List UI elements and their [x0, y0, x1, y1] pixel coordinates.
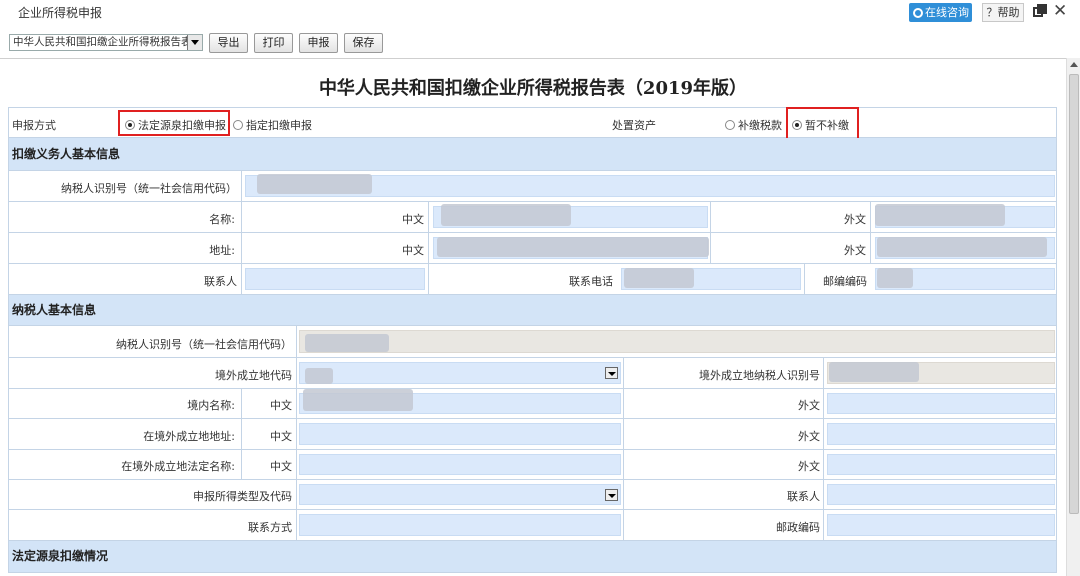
- close-icon[interactable]: ✕: [1053, 1, 1067, 21]
- taxpayer-foreign-legal-name-row: 在境外成立地法定名称: 中文 外文: [8, 450, 1057, 480]
- taxpayer-contact-label: 联系人: [787, 490, 820, 503]
- save-button[interactable]: 保存: [344, 33, 383, 53]
- redacted-value: [305, 368, 333, 384]
- export-button[interactable]: 导出: [209, 33, 248, 53]
- declare-mode-label: 申报方式: [12, 119, 56, 132]
- cn-label: 中文: [270, 460, 292, 473]
- declare-button[interactable]: 申报: [299, 33, 338, 53]
- taxpayer-id-label: 纳税人识别号（统一社会信用代码）: [116, 338, 292, 351]
- taxpayer-contact-method-input[interactable]: [299, 514, 621, 536]
- withholder-address-label: 地址:: [209, 244, 235, 257]
- withholder-phone-label: 联系电话: [569, 275, 613, 288]
- withholder-address-row: 地址: 中文 外文: [8, 233, 1057, 264]
- toolbar: 中华人民共和国扣缴企业所得税报告表 导出 打印 申报 保存: [0, 28, 1080, 58]
- form-select[interactable]: 中华人民共和国扣缴企业所得税报告表: [9, 34, 203, 51]
- taxpayer-foreign-legal-name-foreign-input[interactable]: [827, 454, 1055, 475]
- taxpayer-country-code-select[interactable]: [299, 362, 621, 384]
- highlight-box: [118, 110, 230, 136]
- radio-pay-back-tax[interactable]: 补缴税款: [725, 117, 782, 133]
- withholder-name-label: 名称:: [209, 213, 235, 226]
- title-bar: 企业所得税申报 在线咨询 ？帮助 ✕: [0, 0, 1080, 26]
- withholder-contact-row: 联系人 联系电话 邮编编码: [8, 264, 1057, 295]
- redacted-value: [877, 237, 1047, 257]
- withholder-name-row: 名称: 中文 外文: [8, 202, 1057, 233]
- taxpayer-id-input[interactable]: [299, 330, 1055, 353]
- taxpayer-foreign-legal-name-cn-input[interactable]: [299, 454, 621, 475]
- vertical-scrollbar[interactable]: [1066, 58, 1080, 576]
- radio-designated-withholding[interactable]: 指定扣缴申报: [233, 117, 312, 133]
- taxpayer-domestic-name-row: 境内名称: 中文 外文: [8, 389, 1057, 419]
- scroll-up-icon[interactable]: [1070, 62, 1078, 67]
- taxpayer-domestic-name-foreign-input[interactable]: [827, 393, 1055, 414]
- withholding-section-header: 法定源泉扣缴情况: [8, 541, 1057, 573]
- taxpayer-contact-method-label: 联系方式: [248, 521, 292, 534]
- foreign-label: 外文: [798, 430, 820, 443]
- taxpayer-foreign-legal-name-label: 在境外成立地法定名称:: [121, 460, 235, 473]
- withholder-section-header: 扣缴义务人基本信息: [8, 138, 1057, 171]
- taxpayer-foreign-tin-label: 境外成立地纳税人识别号: [699, 369, 820, 382]
- withholder-contact-label: 联系人: [204, 275, 237, 288]
- headset-icon: [913, 8, 923, 18]
- withholder-contact-input[interactable]: [245, 268, 425, 290]
- foreign-label: 外文: [844, 213, 866, 226]
- taxpayer-income-type-select[interactable]: [299, 484, 621, 505]
- taxpayer-id-row: 纳税人识别号（统一社会信用代码）: [8, 326, 1057, 358]
- cn-label: 中文: [270, 399, 292, 412]
- form-select-value: 中华人民共和国扣缴企业所得税报告表: [13, 36, 192, 48]
- taxpayer-contact-input[interactable]: [827, 484, 1055, 505]
- print-button[interactable]: 打印: [254, 33, 293, 53]
- taxpayer-country-row: 境外成立地代码 境外成立地纳税人识别号: [8, 358, 1057, 389]
- taxpayer-contact-method-row: 联系方式 邮政编码: [8, 510, 1057, 541]
- redacted-value: [624, 268, 694, 288]
- divider: [0, 58, 1066, 59]
- chevron-down-icon[interactable]: [187, 35, 202, 50]
- taxpayer-foreign-address-cn-input[interactable]: [299, 423, 621, 445]
- app-title: 企业所得税申报: [18, 6, 103, 20]
- cn-label: 中文: [402, 213, 424, 226]
- foreign-label: 外文: [798, 460, 820, 473]
- help-button[interactable]: ？帮助: [982, 3, 1024, 22]
- redacted-value: [875, 204, 1005, 226]
- taxpayer-postcode-label: 邮政编码: [776, 521, 820, 534]
- scroll-thumb[interactable]: [1069, 74, 1079, 514]
- restore-window-icon[interactable]: [1033, 4, 1047, 18]
- redacted-value: [877, 268, 913, 288]
- online-consult-button[interactable]: 在线咨询: [909, 3, 972, 22]
- redacted-value: [257, 174, 372, 194]
- taxpayer-foreign-address-label: 在境外成立地地址:: [143, 430, 235, 443]
- redacted-value: [305, 334, 389, 352]
- cn-label: 中文: [270, 430, 292, 443]
- form-title: 中华人民共和国扣缴企业所得税报告表（2019年版）: [318, 78, 748, 99]
- asset-disposal-label: 处置资产: [612, 119, 656, 132]
- redacted-value: [441, 204, 571, 226]
- withholder-postcode-label: 邮编编码: [823, 275, 867, 288]
- taxpayer-postcode-input[interactable]: [827, 514, 1055, 536]
- taxpayer-foreign-address-row: 在境外成立地地址: 中文 外文: [8, 419, 1057, 450]
- highlight-box: [786, 107, 859, 140]
- taxpayer-country-code-label: 境外成立地代码: [215, 369, 292, 382]
- cn-label: 中文: [402, 244, 424, 257]
- withholder-id-label: 纳税人识别号（统一社会信用代码）: [61, 182, 237, 195]
- radio-unselected-icon[interactable]: [233, 120, 243, 130]
- taxpayer-income-type-label: 申报所得类型及代码: [193, 490, 292, 503]
- chevron-down-icon[interactable]: [605, 367, 618, 379]
- chevron-down-icon[interactable]: [605, 489, 618, 501]
- radio-unselected-icon[interactable]: [725, 120, 735, 130]
- foreign-label: 外文: [844, 244, 866, 257]
- online-consult-label: 在线咨询: [925, 6, 969, 19]
- taxpayer-section-header: 纳税人基本信息: [8, 295, 1057, 326]
- redacted-value: [829, 362, 919, 382]
- taxpayer-income-type-row: 申报所得类型及代码 联系人: [8, 480, 1057, 510]
- redacted-value: [303, 389, 413, 411]
- taxpayer-domestic-name-label: 境内名称:: [187, 399, 235, 412]
- withholder-id-row: 纳税人识别号（统一社会信用代码）: [8, 171, 1057, 202]
- foreign-label: 外文: [798, 399, 820, 412]
- redacted-value: [437, 237, 709, 257]
- taxpayer-foreign-address-foreign-input[interactable]: [827, 423, 1055, 445]
